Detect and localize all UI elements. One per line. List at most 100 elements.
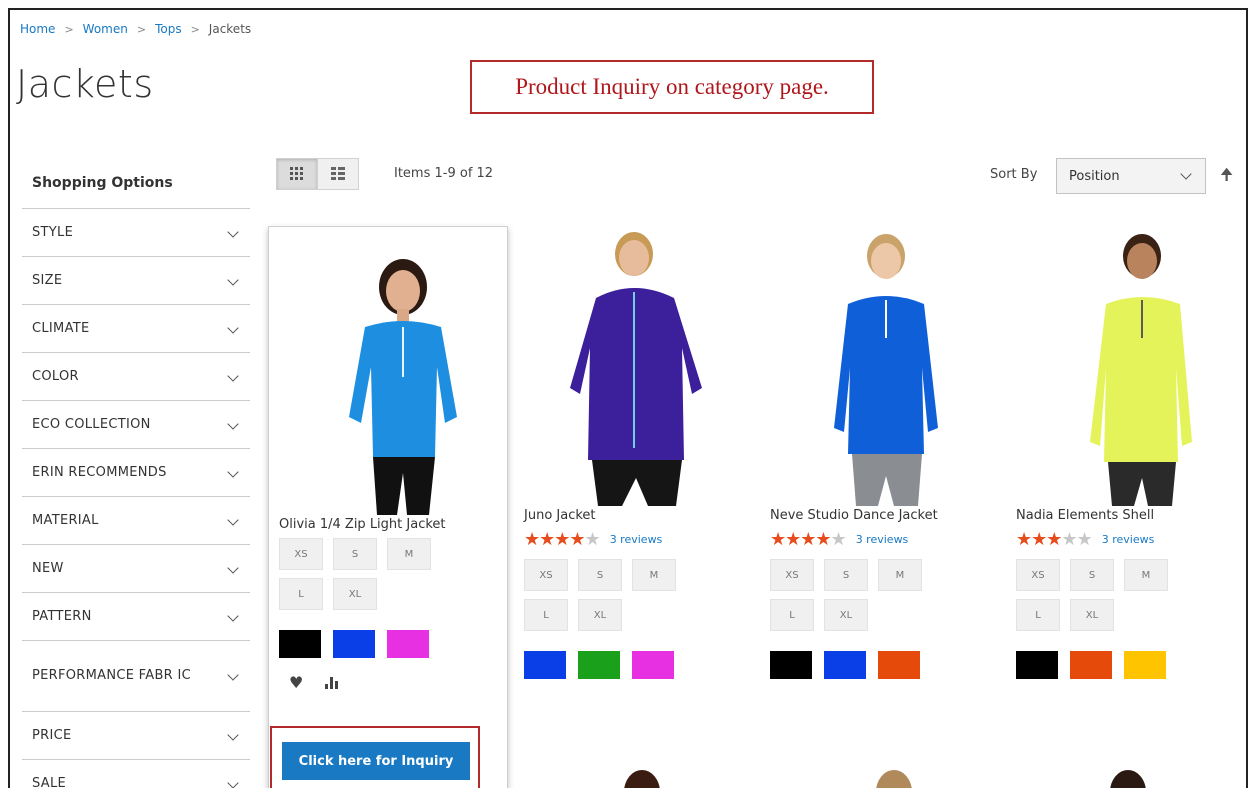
inquiry-button[interactable]: Click here for Inquiry (282, 742, 470, 780)
color-swatch-black[interactable] (1016, 651, 1058, 679)
size-option-xl[interactable]: XL (824, 599, 868, 631)
sort-direction-arrow-icon[interactable]: 🠉 (1220, 164, 1233, 191)
filter-sale[interactable]: SALE (22, 760, 250, 788)
filter-label: SALE (32, 775, 67, 788)
size-option-xs[interactable]: XS (1016, 559, 1060, 591)
product-image-next-row[interactable] (1088, 762, 1168, 788)
color-swatch-orange[interactable] (1070, 651, 1112, 679)
size-option-s[interactable]: S (333, 538, 377, 570)
sort-label: Sort By (990, 167, 1038, 182)
color-swatch-green[interactable] (578, 651, 620, 679)
reviews-link[interactable]: 3 reviews (856, 533, 909, 546)
filter-color[interactable]: COLOR (22, 353, 250, 401)
filter-material[interactable]: MATERIAL (22, 497, 250, 545)
filter-style[interactable]: STYLE (22, 209, 250, 257)
product-name[interactable]: Neve Studio Dance Jacket (770, 508, 1008, 523)
color-swatch-blue[interactable] (824, 651, 866, 679)
chevron-down-icon (228, 779, 238, 788)
products-toolbar: Items 1-9 of 12 Sort By Position 🠉 (276, 158, 1236, 198)
size-option-xs[interactable]: XS (524, 559, 568, 591)
size-option-m[interactable]: M (878, 559, 922, 591)
product-image-next-row[interactable] (602, 762, 682, 788)
filter-pattern[interactable]: PATTERN (22, 593, 250, 641)
size-option-s[interactable]: S (824, 559, 868, 591)
product-image[interactable] (1028, 228, 1238, 508)
color-swatch-yellow[interactable] (1124, 651, 1166, 679)
color-swatch-pink[interactable] (632, 651, 674, 679)
heart-icon[interactable]: ♥ (289, 673, 303, 692)
color-options (279, 630, 497, 658)
size-option-m[interactable]: M (1124, 559, 1168, 591)
filter-label: STYLE (32, 224, 74, 240)
size-option-l[interactable]: L (770, 599, 814, 631)
sort-select[interactable]: Position (1056, 158, 1206, 194)
product-card: Juno Jacket ★★★★★ 3 reviews XS S M L XL (524, 228, 762, 679)
color-options (770, 651, 1008, 679)
color-swatch-black[interactable] (770, 651, 812, 679)
filter-label: COLOR (32, 368, 79, 384)
inquiry-highlight: Click here for Inquiry (270, 726, 480, 788)
product-name[interactable]: Nadia Elements Shell (1016, 508, 1246, 523)
product-card: Neve Studio Dance Jacket ★★★★★ 3 reviews… (770, 228, 1008, 679)
filter-label: ERIN RECOMMENDS (32, 464, 167, 480)
breadcrumb-separator-icon: > (136, 23, 147, 36)
breadcrumb-tops[interactable]: Tops (155, 22, 182, 36)
compare-icon[interactable] (325, 675, 339, 689)
product-image[interactable] (536, 228, 746, 508)
size-option-s[interactable]: S (578, 559, 622, 591)
filter-label: PRICE (32, 727, 72, 743)
size-option-xs[interactable]: XS (279, 538, 323, 570)
filter-erin-recommends[interactable]: ERIN RECOMMENDS (22, 449, 250, 497)
product-name[interactable]: Olivia 1/4 Zip Light Jacket (279, 517, 497, 532)
breadcrumb-current: Jackets (208, 22, 252, 36)
color-options (524, 651, 762, 679)
size-option-l[interactable]: L (1016, 599, 1060, 631)
size-option-l[interactable]: L (524, 599, 568, 631)
color-swatch-blue[interactable] (524, 651, 566, 679)
color-swatch-black[interactable] (279, 630, 321, 658)
filter-label: MATERIAL (32, 512, 99, 528)
filter-price[interactable]: PRICE (22, 712, 250, 760)
breadcrumb-women[interactable]: Women (83, 22, 128, 36)
size-option-xl[interactable]: XL (578, 599, 622, 631)
size-option-m[interactable]: M (387, 538, 431, 570)
filter-eco-collection[interactable]: ECO COLLECTION (22, 401, 250, 449)
grid-view-button[interactable] (276, 158, 318, 190)
size-option-xl[interactable]: XL (1070, 599, 1114, 631)
list-view-button[interactable] (317, 158, 359, 190)
chevron-down-icon (228, 671, 238, 681)
reviews-link[interactable]: 3 reviews (610, 533, 663, 546)
size-option-l[interactable]: L (279, 578, 323, 610)
filter-label: PERFORMANCE FABR IC (32, 668, 191, 683)
filter-new[interactable]: NEW (22, 545, 250, 593)
product-image-next-row[interactable] (854, 762, 934, 788)
product-image[interactable] (279, 237, 497, 517)
chevron-down-icon (228, 516, 238, 526)
chevron-down-icon (228, 468, 238, 478)
filter-size[interactable]: SIZE (22, 257, 250, 305)
product-rating: ★★★★★ 3 reviews (1016, 528, 1246, 550)
product-name[interactable]: Juno Jacket (524, 508, 762, 523)
breadcrumb-home[interactable]: Home (20, 22, 55, 36)
sidebar-title: Shopping Options (22, 158, 250, 209)
product-photo (570, 232, 702, 506)
color-swatch-orange[interactable] (878, 651, 920, 679)
reviews-link[interactable]: 3 reviews (1102, 533, 1155, 546)
product-image[interactable] (782, 228, 992, 508)
chevron-down-icon (228, 324, 238, 334)
color-swatch-blue[interactable] (333, 630, 375, 658)
breadcrumb: Home > Women > Tops > Jackets (20, 22, 251, 36)
chevron-down-icon (228, 372, 238, 382)
size-option-s[interactable]: S (1070, 559, 1114, 591)
product-card: Olivia 1/4 Zip Light Jacket XS S M L XL … (268, 226, 508, 788)
page-title: Jackets (16, 62, 154, 106)
list-icon (331, 167, 345, 180)
rating-stars-icon: ★★★★★ (1016, 528, 1093, 550)
size-option-xl[interactable]: XL (333, 578, 377, 610)
view-mode-switcher (276, 158, 359, 190)
filter-performance-fabric[interactable]: PERFORMANCE FABR IC (22, 641, 250, 712)
size-option-m[interactable]: M (632, 559, 676, 591)
filter-climate[interactable]: CLIMATE (22, 305, 250, 353)
size-option-xs[interactable]: XS (770, 559, 814, 591)
color-swatch-pink[interactable] (387, 630, 429, 658)
